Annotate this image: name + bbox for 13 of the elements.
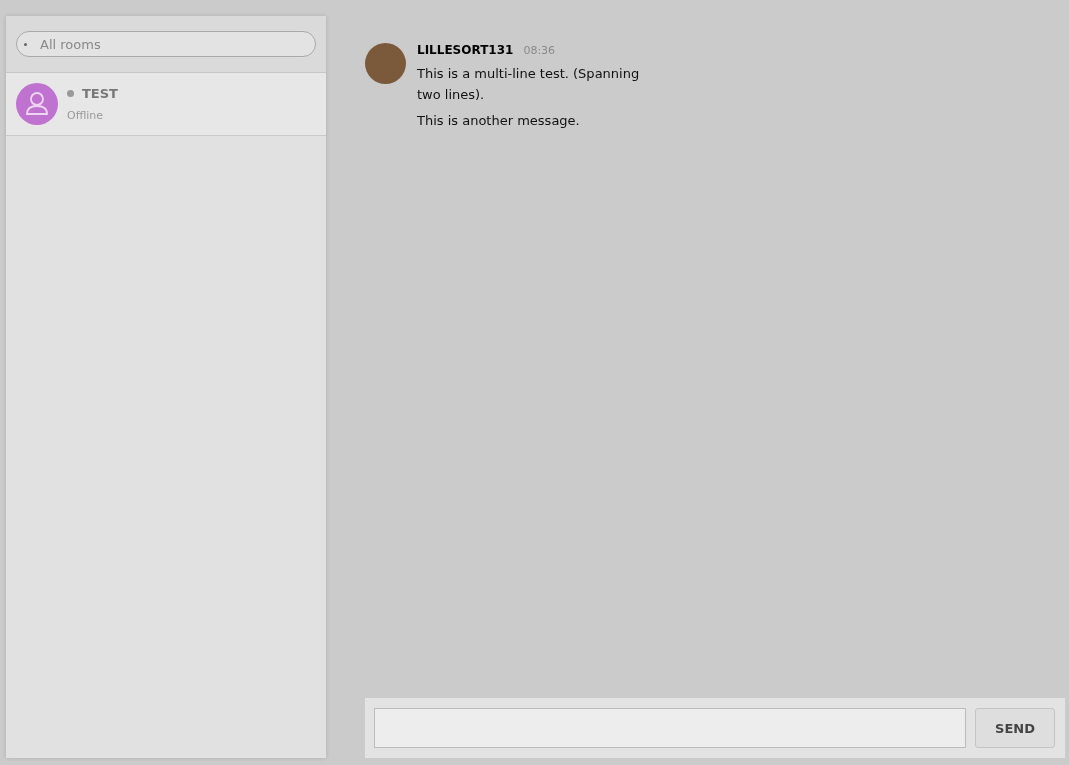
room-status: Offline [67, 109, 105, 122]
room-item[interactable]: TEST Offline [6, 73, 326, 136]
search-field[interactable]: All rooms [16, 31, 316, 57]
user-avatar-icon [16, 83, 58, 125]
message-input[interactable] [374, 708, 966, 748]
photo-placeholder [365, 43, 406, 84]
send-button[interactable]: SEND [975, 708, 1055, 748]
author-name: LILLESORT131 [417, 43, 514, 57]
message-text: This is a multi-line test. (Spanning two lines). [417, 65, 641, 104]
room-name: TEST [82, 86, 118, 101]
message-time: 08:36 [523, 44, 556, 57]
dot-icon [24, 43, 27, 46]
message-text: This is another message. [417, 112, 581, 130]
